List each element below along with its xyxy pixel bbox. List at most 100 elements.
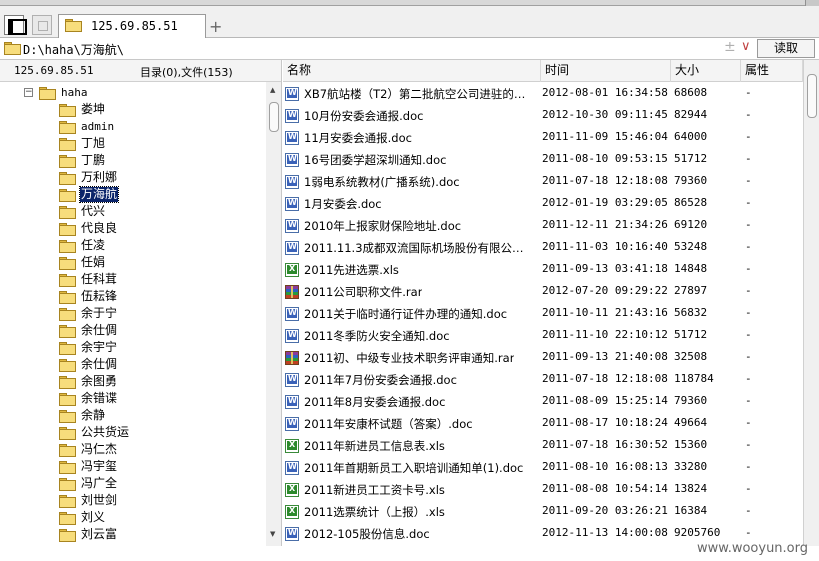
tree-folder-item[interactable]: 余静 — [59, 407, 106, 424]
table-row[interactable]: XB7航站楼（T2）第二批航空公司进驻的… 2012-08-01 16:34:58… — [283, 82, 803, 104]
folder-icon — [59, 172, 76, 185]
tree-folder-item[interactable]: 余错谍 — [59, 390, 118, 407]
rar-file-icon — [285, 285, 299, 299]
new-tab-icon[interactable]: + — [209, 17, 222, 36]
file-list-header: 名称 时间 大小 属性 — [283, 60, 819, 82]
file-attr: - — [745, 394, 752, 407]
scroll-thumb[interactable] — [807, 74, 817, 118]
tree-folder-label: 余仕倜 — [81, 357, 118, 371]
file-attr: - — [745, 504, 752, 517]
file-size: 79360 — [674, 174, 708, 187]
table-row[interactable]: 2011年7月份安委会通报.doc 2011-07-18 12:18:08 1187… — [283, 368, 803, 390]
file-attr: - — [745, 416, 752, 429]
column-header-time[interactable]: 时间 — [541, 60, 671, 82]
table-row[interactable]: 11月安委会通报.doc 2011-11-09 15:46:04 64000 - — [283, 126, 803, 148]
column-header-name[interactable]: 名称 — [283, 60, 541, 82]
chevron-down-icon[interactable]: ∨ — [741, 39, 751, 54]
table-row[interactable]: 2011选票统计（上报）.xls 2011-09-20 03:26:21 16384… — [283, 500, 803, 522]
tree-folder-item[interactable]: 余仕倜 — [59, 322, 118, 339]
read-button[interactable]: 读取 — [757, 39, 815, 58]
collapse-icon[interactable]: − — [24, 88, 33, 97]
folder-icon — [59, 189, 76, 202]
tree-folder-label: 余仕倜 — [81, 323, 118, 337]
tab-session[interactable]: 125.69.85.51 — [58, 14, 206, 39]
file-name-cell: XB7航站楼（T2）第二批航空公司进驻的… — [285, 86, 539, 102]
scroll-up-icon[interactable]: ▲ — [270, 86, 275, 94]
file-time: 2011-09-13 21:40:08 — [542, 350, 668, 363]
tree-folder-item[interactable]: 公共货运 — [59, 424, 130, 441]
file-size: 53248 — [674, 240, 708, 253]
window-icon[interactable] — [32, 15, 52, 35]
tree-folder-item[interactable]: 丁鹏 — [59, 152, 106, 169]
table-row[interactable]: 2011关于临时通行证件办理的通知.doc 2011-10-11 21:43:16… — [283, 302, 803, 324]
scroll-down-icon[interactable]: ▼ — [270, 530, 275, 538]
file-attr: - — [745, 108, 752, 121]
file-time: 2012-08-01 16:34:58 — [542, 86, 668, 99]
tree-folder-item[interactable]: 代良良 — [59, 220, 118, 237]
folder-icon — [59, 291, 76, 304]
table-row[interactable]: 2011.11.3成都双流国际机场股份有限公… 2011-11-03 10:16:… — [283, 236, 803, 258]
table-row[interactable]: 2010年上报家财保险地址.doc 2011-12-11 21:34:26 6912… — [283, 214, 803, 236]
file-size: 64000 — [674, 130, 708, 143]
tree-folder-item[interactable]: 余于宁 — [59, 305, 118, 322]
column-header-attr[interactable]: 属性 — [741, 60, 803, 82]
table-row[interactable]: 2011年安康杯试题（答案）.doc 2011-08-17 10:18:24 496… — [283, 412, 803, 434]
tree-folder-item[interactable]: 代兴 — [59, 203, 106, 220]
tree-folder-item[interactable]: 刘义 — [59, 509, 106, 526]
tree-folder-item[interactable]: 任凌 — [59, 237, 106, 254]
table-row[interactable]: 2011公司职称文件.rar 2012-07-20 09:29:22 27897 - — [283, 280, 803, 302]
file-name-cell: 1弱电系统教材(广播系统).doc — [285, 174, 539, 190]
tree-root[interactable]: − haha — [24, 84, 89, 101]
table-row[interactable]: 2011年8月安委会通报.doc 2011-08-09 15:25:14 79360… — [283, 390, 803, 412]
tree-folder-item[interactable]: 娄坤 — [59, 101, 106, 118]
scroll-thumb[interactable] — [269, 102, 279, 132]
tree-folder-item[interactable]: 万海航 — [59, 186, 120, 203]
table-row[interactable]: 2011年首期新员工入职培训通知单(1).doc 2011-08-10 16:08… — [283, 456, 803, 478]
table-row[interactable]: 2011先进选票.xls 2011-09-13 03:41:18 14848 - — [283, 258, 803, 280]
table-row[interactable]: 16号团委学超深圳通知.doc 2011-08-10 09:53:15 51712 - — [283, 148, 803, 170]
tree-folder-item[interactable]: admin — [59, 118, 115, 135]
table-row[interactable]: 10月份安委会通报.doc 2012-10-30 09:11:45 82944 - — [283, 104, 803, 126]
doc-file-icon — [285, 153, 299, 167]
tree-folder-item[interactable]: 任科茸 — [59, 271, 118, 288]
tree-folder-item[interactable]: 冯仁杰 — [59, 441, 118, 458]
file-size: 79360 — [674, 394, 708, 407]
tree-folder-item[interactable]: 任娟 — [59, 254, 106, 271]
file-name-cell: 2011年首期新员工入职培训通知单(1).doc — [285, 460, 539, 476]
panel-toggle-icon[interactable] — [4, 15, 27, 35]
file-name: 10月份安委会通报.doc — [304, 109, 424, 123]
folder-icon — [59, 342, 76, 355]
column-header-size[interactable]: 大小 — [671, 60, 741, 82]
tree-scrollbar[interactable]: ▲ ▼ — [266, 82, 281, 546]
file-size: 51712 — [674, 152, 708, 165]
table-row[interactable]: 2011年新进员工信息表.xls 2011-07-18 16:30:52 15360… — [283, 434, 803, 456]
tree-folder-item[interactable]: 冯宇玺 — [59, 458, 118, 475]
table-row[interactable]: 2011冬季防火安全通知.doc 2011-11-10 22:10:12 51712… — [283, 324, 803, 346]
table-row[interactable]: 2011新进员工工资卡号.xls 2011-08-08 10:54:14 13824… — [283, 478, 803, 500]
file-attr: - — [745, 460, 752, 473]
tree-folder-label: 任凌 — [81, 238, 106, 252]
table-row[interactable]: 1弱电系统教材(广播系统).doc 2011-07-18 12:18:08 7936… — [283, 170, 803, 192]
tree-folder-item[interactable]: 余图勇 — [59, 373, 118, 390]
tree-folder-label: 代良良 — [81, 221, 118, 235]
table-row[interactable]: 1月安委会.doc 2012-01-19 03:29:05 86528 - — [283, 192, 803, 214]
file-list-scrollbar[interactable] — [803, 60, 819, 546]
file-attr: - — [745, 240, 752, 253]
tree-folder-item[interactable]: 余宇宁 — [59, 339, 118, 356]
tree-folder-item[interactable]: 伍耘锋 — [59, 288, 118, 305]
address-input[interactable]: D:\haha\万海航\ — [23, 41, 124, 58]
plus-minus-icon[interactable]: ± — [724, 39, 736, 55]
tree-folder-item[interactable]: 万利娜 — [59, 169, 118, 186]
folder-icon — [59, 478, 76, 491]
table-row[interactable]: 2011初、中级专业技术职务评审通知.rar 2011-09-13 21:40:0… — [283, 346, 803, 368]
file-name: 2011冬季防火安全通知.doc — [304, 329, 450, 343]
tree-folder-item[interactable]: 刘世剑 — [59, 492, 118, 509]
tree-folder-item[interactable]: 冯广全 — [59, 475, 118, 492]
tree-folder-label: 万海航 — [78, 186, 120, 203]
tree-folder-item[interactable]: 丁旭 — [59, 135, 106, 152]
file-name: 2011初、中级专业技术职务评审通知.rar — [304, 351, 515, 365]
tree-folder-item[interactable]: 余仕倜 — [59, 356, 118, 373]
tree-folder-item[interactable]: 刘云富 — [59, 526, 118, 543]
file-attr: - — [745, 372, 752, 385]
file-attr: - — [745, 196, 752, 209]
